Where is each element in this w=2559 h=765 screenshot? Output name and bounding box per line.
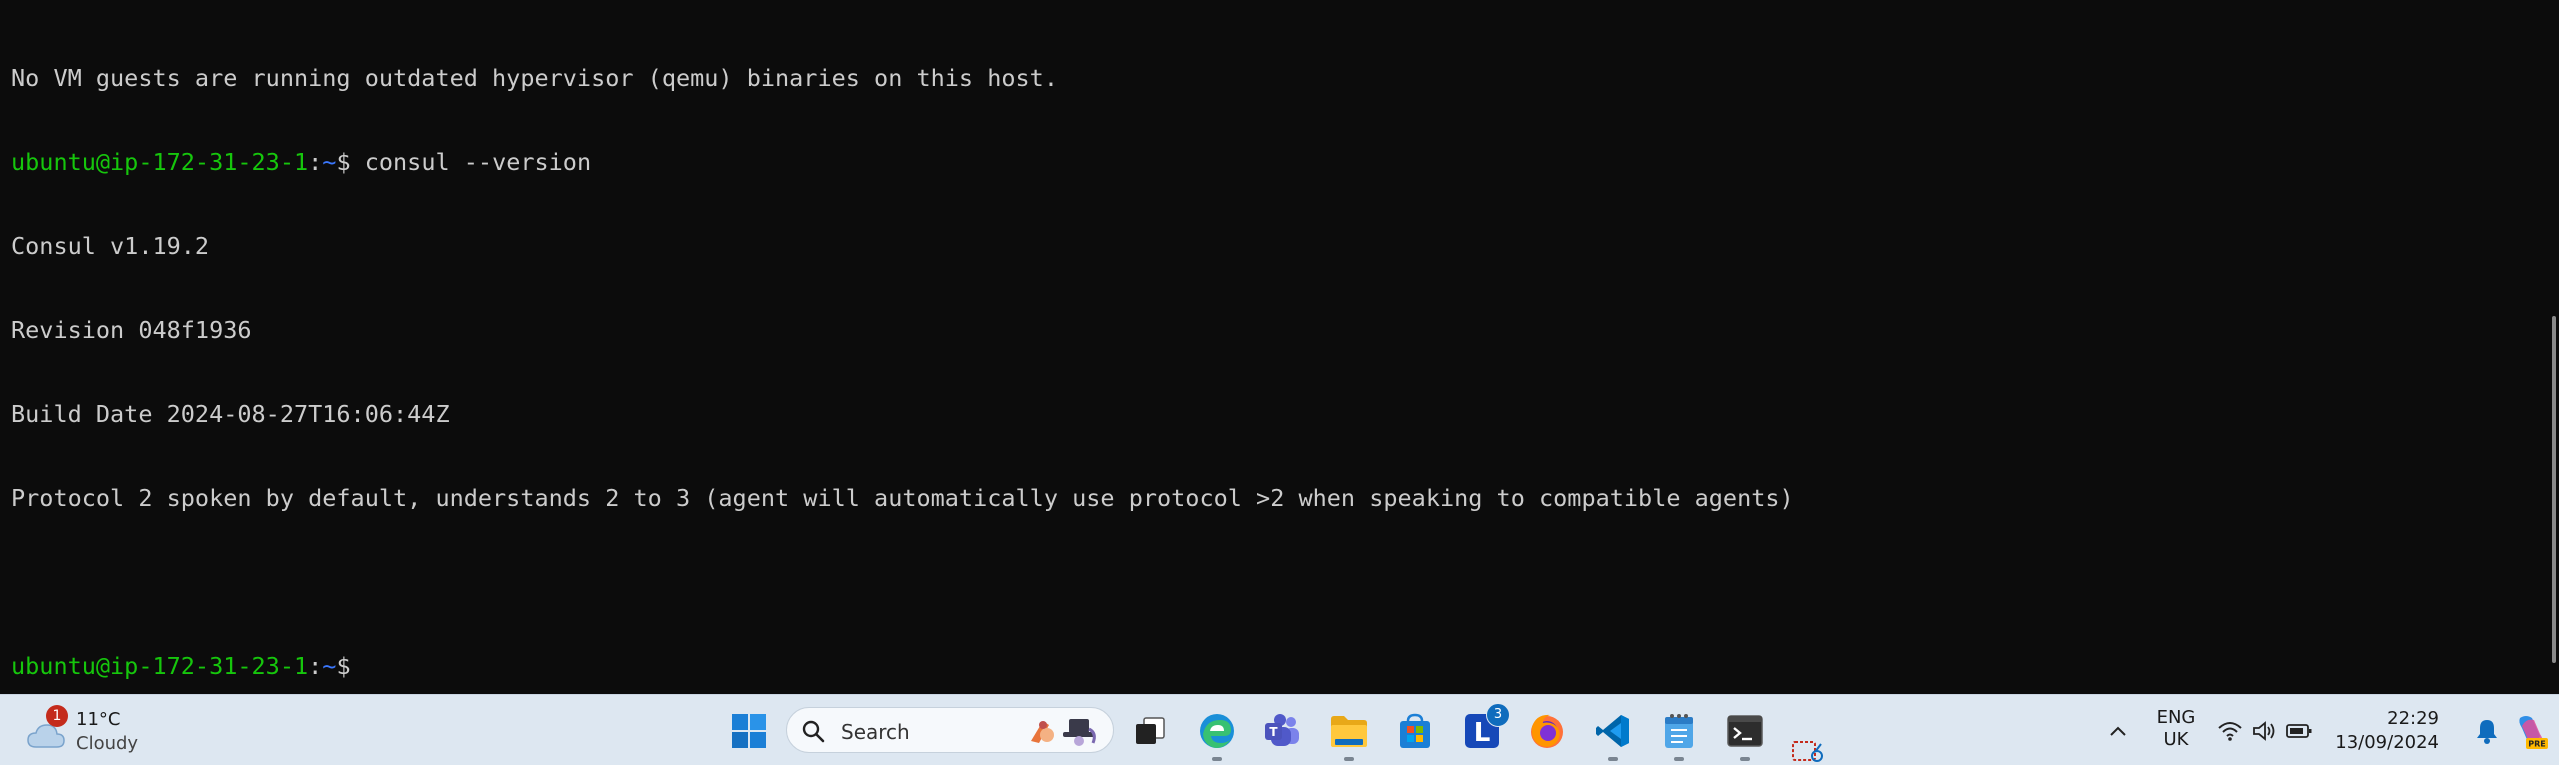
terminal-window[interactable]: No VM guests are running outdated hyperv… [0, 0, 2559, 694]
edge-button[interactable] [1195, 709, 1239, 753]
quick-settings-button[interactable] [2210, 709, 2320, 753]
firefox-icon [1531, 714, 1563, 748]
keyboard-layout: UK [2163, 729, 2189, 750]
vscode-icon [1596, 715, 1629, 747]
terminal-line: No VM guests are running outdated hyperv… [11, 64, 1058, 92]
snipping-tool-button[interactable] [1790, 733, 1826, 765]
firefox-button[interactable] [1525, 709, 1569, 753]
clock-date: 13/09/2024 [2335, 732, 2439, 753]
snipping-icon [1792, 741, 1823, 762]
vscode-button[interactable] [1591, 709, 1635, 753]
prompt-user: ubuntu@ip-172-31-23-1 [11, 148, 309, 176]
notification-badge: 3 [1486, 703, 1510, 727]
terminal-line: Consul v1.19.2 [11, 232, 210, 260]
weather-alert-badge: 1 [46, 705, 68, 727]
l-app-button[interactable]: L 3 [1460, 703, 1510, 753]
running-indicator [1212, 757, 1222, 761]
running-indicator [1344, 757, 1354, 761]
bell-icon [2477, 720, 2497, 744]
notifications-button[interactable] [2469, 709, 2505, 753]
running-indicator [1740, 757, 1750, 761]
weather-widget[interactable]: 1 11°C Cloudy [22, 705, 172, 757]
task-view-icon [1136, 717, 1165, 744]
language-code: ENG [2156, 707, 2196, 728]
edge-icon [1200, 714, 1234, 748]
terminal-line: ubuntu@ip-172-31-23-1:~$ consul --versio… [11, 148, 592, 176]
prompt-path: ~ [322, 148, 337, 176]
terminal-line: Protocol 2 spoken by default, understand… [11, 484, 1794, 512]
windows-logo-icon [732, 714, 766, 748]
file-explorer-button[interactable] [1327, 709, 1371, 753]
copilot-button[interactable]: PRE [2509, 709, 2553, 753]
terminal-line: ubuntu@ip-172-31-23-1:~$ [11, 652, 351, 680]
system-clock[interactable]: 22:29 13/09/2024 [2335, 707, 2439, 755]
weather-condition: Cloudy [76, 733, 139, 754]
terminal-output[interactable]: No VM guests are running outdated hyperv… [11, 8, 1794, 694]
language-indicator[interactable]: ENG UK [2154, 707, 2198, 751]
svg-text:PRE: PRE [2528, 740, 2546, 749]
wifi-icon [2218, 722, 2242, 741]
chevron-up-icon [2110, 726, 2126, 736]
teams-button[interactable]: T [1260, 709, 1304, 753]
start-button[interactable] [727, 709, 771, 753]
task-view-button[interactable] [1128, 709, 1172, 753]
terminal-line: Revision 048f1936 [11, 316, 252, 344]
prompt-path: ~ [322, 652, 337, 680]
prompt-user: ubuntu@ip-172-31-23-1 [11, 652, 309, 680]
clock-time: 22:29 [2387, 708, 2439, 729]
folder-icon [1331, 716, 1367, 747]
terminal-scrollbar[interactable] [2547, 0, 2559, 694]
show-hidden-icons-button[interactable] [2098, 709, 2138, 753]
store-icon [1400, 713, 1430, 748]
terminal-icon [1727, 715, 1763, 747]
terminal-button[interactable] [1723, 709, 1767, 753]
store-button[interactable] [1393, 709, 1437, 753]
running-indicator [1608, 757, 1618, 761]
svg-text:T: T [1269, 725, 1278, 739]
search-highlight-icon [1031, 719, 1096, 746]
search-label: Search [841, 720, 910, 744]
teams-icon: T [1265, 714, 1299, 746]
command-text: $ consul --version [336, 148, 592, 176]
copilot-icon: PRE [2519, 716, 2548, 749]
volume-icon [2253, 721, 2275, 741]
notepad-icon [1665, 714, 1693, 748]
notepad-button[interactable] [1657, 709, 1701, 753]
prompt-symbol: $ [336, 652, 351, 680]
weather-temperature: 11°C [76, 709, 121, 730]
terminal-line: Build Date 2024-08-27T16:06:44Z [11, 400, 450, 428]
scrollbar-thumb[interactable] [2552, 316, 2556, 663]
search-icon [802, 720, 825, 743]
battery-icon [2286, 724, 2312, 738]
search-input[interactable]: Search [786, 707, 1114, 753]
running-indicator [1674, 757, 1684, 761]
taskbar: 1 11°C Cloudy Search T L 3 ENG UK 22:29 … [0, 694, 2559, 765]
